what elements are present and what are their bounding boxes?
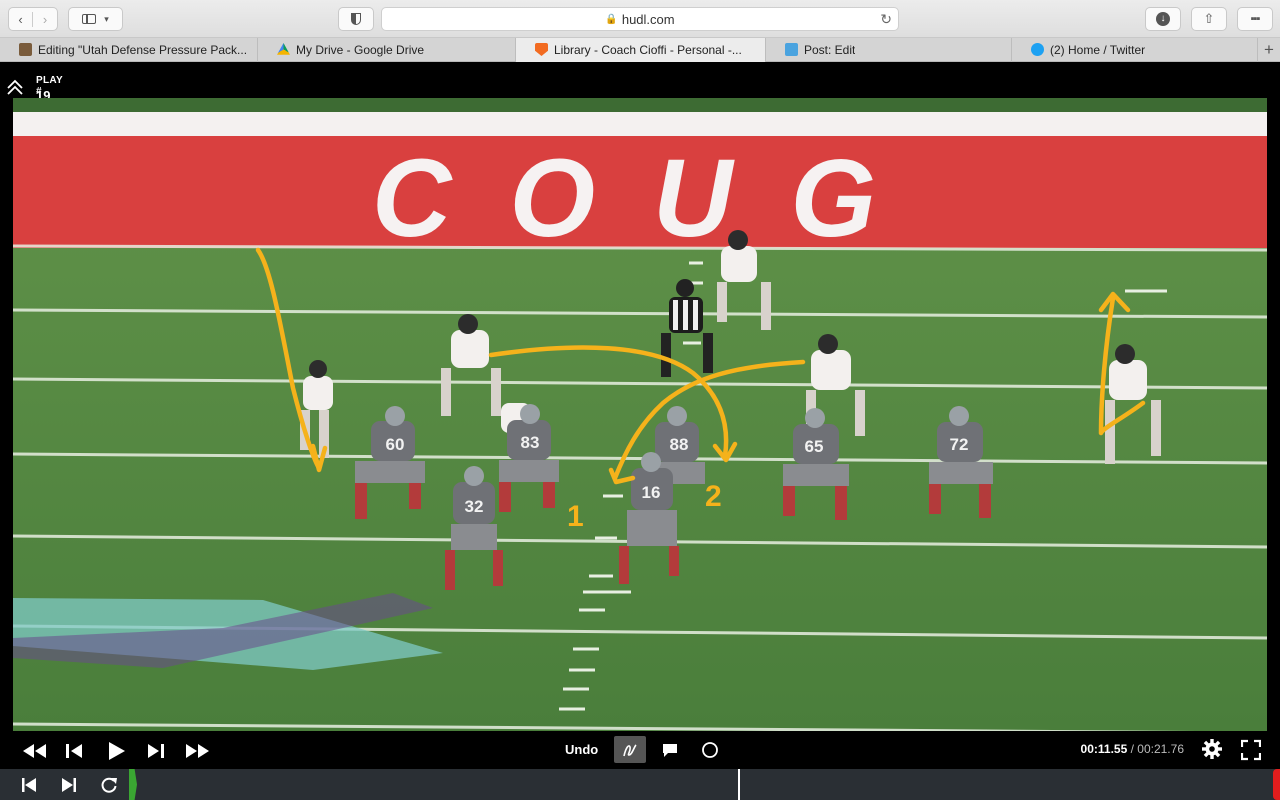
- back-forward-group: ‹ ›: [8, 7, 58, 31]
- loop-icon[interactable]: [100, 776, 118, 794]
- timeline-end-marker[interactable]: [1273, 769, 1280, 800]
- jersey-number: 65: [805, 437, 824, 456]
- timecode: 00:11.55 / 00:21.76: [1081, 742, 1184, 756]
- tab-post-edit[interactable]: Post: Edit: [766, 38, 1012, 62]
- circle-tool-icon[interactable]: [701, 739, 719, 761]
- tab-overview-button[interactable]: ▪▪▪: [1237, 7, 1273, 31]
- back-icon[interactable]: ‹: [9, 11, 33, 27]
- draw-tool-button[interactable]: [614, 736, 646, 763]
- jersey-number: 88: [670, 435, 689, 454]
- google-drive-icon: [277, 43, 290, 55]
- playhead[interactable]: [738, 769, 740, 800]
- share-button[interactable]: ⇧: [1191, 7, 1227, 31]
- tab-google-drive[interactable]: My Drive - Google Drive: [258, 38, 516, 62]
- privacy-button[interactable]: [338, 7, 374, 31]
- rewind-icon[interactable]: [22, 740, 48, 762]
- tab-title: Library - Coach Cioffi - Personal -...: [554, 43, 742, 57]
- collapse-up-icon[interactable]: [6, 78, 24, 96]
- next-clip-icon[interactable]: [60, 776, 78, 794]
- endzone-white-stripe: [13, 112, 1267, 136]
- telestration-label-1: 1: [567, 500, 584, 533]
- lock-icon: 🔒: [605, 13, 618, 25]
- tab-title: My Drive - Google Drive: [296, 43, 425, 57]
- tab-title: (2) Home / Twitter: [1050, 43, 1146, 57]
- post-edit-icon: [785, 43, 798, 56]
- browser-toolbar: ‹ › ▾ 🔒 hudl.com ↻ ↓ ⇧ ▪▪▪: [0, 0, 1280, 38]
- plus-icon: +: [1264, 40, 1274, 59]
- tab-title: Post: Edit: [804, 43, 856, 57]
- endzone-text: COUG: [372, 137, 934, 260]
- step-back-icon[interactable]: [64, 740, 84, 762]
- football-field-scene: COUG 60 83 88 65 72 32 16 1 2: [13, 98, 1267, 733]
- current-time: 00:11.55: [1080, 742, 1128, 756]
- timeline-start-marker[interactable]: [129, 769, 137, 800]
- hudl-icon: [535, 43, 548, 56]
- share-icon: ⇧: [1203, 11, 1215, 26]
- address-bar[interactable]: 🔒 hudl.com ↻: [381, 7, 899, 31]
- video-player: PLAY # 19 COUG 60 83 88 65 72 32 16 1 2 …: [0, 63, 1280, 800]
- jersey-number: 16: [642, 483, 661, 502]
- telestration-label-2: 2: [705, 480, 722, 513]
- grid-icon: ▪▪▪: [1250, 13, 1261, 25]
- timeline[interactable]: [0, 769, 1280, 800]
- play-icon[interactable]: [106, 740, 126, 762]
- tab-hudl-library[interactable]: Library - Coach Cioffi - Personal -...: [516, 38, 766, 62]
- time-separator: /: [1127, 742, 1138, 756]
- fullscreen-icon[interactable]: [1241, 739, 1261, 761]
- freehand-draw-icon: [623, 743, 637, 756]
- gear-icon[interactable]: [1201, 738, 1223, 760]
- sidebar-icon: [82, 14, 97, 24]
- reload-icon[interactable]: ↻: [880, 11, 892, 28]
- new-tab-button[interactable]: +: [1258, 38, 1280, 62]
- jersey-number: 60: [386, 435, 405, 454]
- video-frame[interactable]: COUG 60 83 88 65 72 32 16 1 2: [13, 98, 1267, 733]
- tab-bar: Editing "Utah Defense Pressure Pack... M…: [0, 38, 1280, 62]
- step-forward-icon[interactable]: [146, 740, 166, 762]
- address-url: hudl.com: [621, 11, 675, 27]
- previous-clip-icon[interactable]: [20, 776, 38, 794]
- jersey-number: 83: [521, 433, 540, 452]
- tab-editing-utah[interactable]: Editing "Utah Defense Pressure Pack...: [0, 38, 258, 62]
- tab-favicon-icon: [19, 43, 32, 56]
- tab-twitter[interactable]: (2) Home / Twitter: [1012, 38, 1258, 62]
- forward-icon[interactable]: ›: [33, 12, 57, 27]
- total-time: 00:21.76: [1137, 742, 1184, 756]
- tab-title: Editing "Utah Defense Pressure Pack...: [38, 43, 248, 57]
- undo-button[interactable]: Undo: [565, 742, 598, 757]
- fast-forward-icon[interactable]: [184, 740, 210, 762]
- sidebar-button[interactable]: ▾: [68, 7, 123, 31]
- downloads-button[interactable]: ↓: [1145, 7, 1181, 31]
- playback-controls: Undo 00:11.55 / 00:21.76: [0, 731, 1280, 769]
- jersey-number: 32: [465, 497, 484, 516]
- download-icon: ↓: [1156, 12, 1170, 26]
- comment-icon[interactable]: [661, 739, 679, 761]
- jersey-number: 72: [950, 435, 969, 454]
- chevron-down-icon: ▾: [104, 13, 109, 24]
- shield-icon: [351, 13, 361, 25]
- twitter-icon: [1031, 43, 1044, 56]
